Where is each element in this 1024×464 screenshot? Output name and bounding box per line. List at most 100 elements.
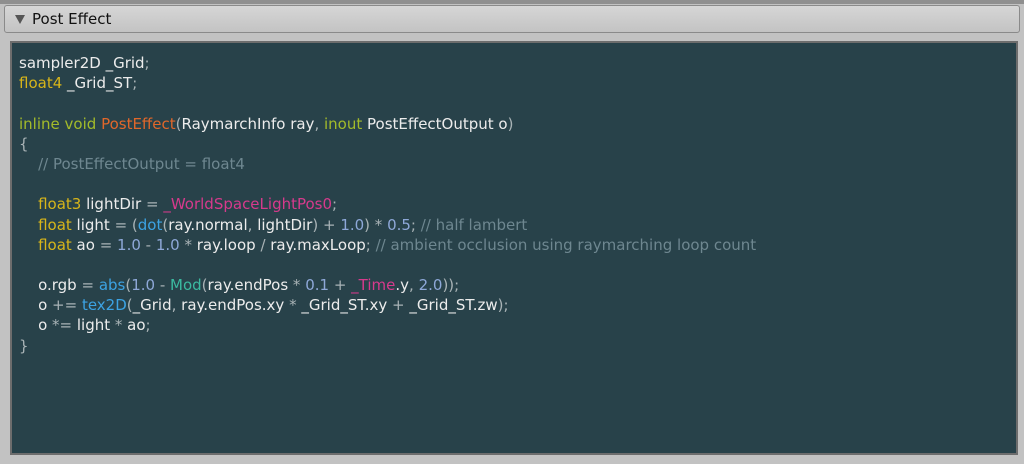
code-token: dot: [137, 215, 163, 234]
code-token: 1.0: [117, 235, 141, 254]
code-token: ));: [442, 276, 460, 295]
code-line[interactable]: }: [19, 336, 756, 356]
code-line[interactable]: float3 lightDir = _WorldSpaceLightPos0;: [19, 194, 756, 214]
code-token: ): [507, 114, 514, 133]
code-token: inout: [323, 114, 363, 133]
code-token: ray.endPos.xy: [181, 296, 285, 315]
code-token: float: [38, 235, 72, 254]
code-token: ;: [332, 195, 338, 214]
code-token: 0.1: [305, 276, 330, 295]
code-token: {: [19, 134, 29, 153]
code-token: ) *: [364, 215, 388, 234]
code-token: }: [19, 336, 29, 355]
code-line[interactable]: float light = (dot(ray.normal, lightDir)…: [19, 215, 756, 235]
code-token: ;: [132, 74, 138, 93]
code-line[interactable]: o.rgb = abs(1.0 - Mod(ray.endPos * 0.1 +…: [19, 275, 756, 295]
code-token: _Grid_ST.zw: [409, 296, 498, 315]
code-line[interactable]: o *= light * ao;: [19, 315, 756, 335]
code-token: RaymarchInfo ray: [181, 114, 315, 133]
code-token: +: [329, 276, 352, 295]
code-token: *: [110, 316, 128, 335]
code-token: PostEffect: [101, 114, 176, 133]
code-line[interactable]: inline void PostEffect(RaymarchInfo ray,…: [19, 114, 756, 134]
header-title: Post Effect: [32, 10, 112, 28]
code-token: *=: [52, 316, 77, 335]
code-token: light: [71, 215, 115, 234]
code-token: +=: [52, 296, 82, 315]
code-token: );: [497, 296, 509, 315]
code-token: 1.0: [131, 276, 156, 295]
code-token: ray.loop: [196, 235, 256, 254]
code-token: float: [38, 215, 72, 234]
code-token: 1.0: [155, 235, 180, 254]
code-token: =: [146, 195, 164, 214]
code-text[interactable]: sampler2D _Grid; float4 _Grid_ST; inline …: [19, 53, 756, 356]
code-token: ;: [365, 235, 376, 254]
code-line[interactable]: o += tex2D(_Grid, ray.endPos.xy * _Grid_…: [19, 295, 756, 315]
code-token: ) +: [312, 215, 341, 234]
code-token: lightDir: [257, 215, 313, 234]
code-token: abs: [98, 276, 126, 295]
post-effect-panel: Post Effect sampler2D _Grid; float4 _Grid…: [0, 0, 1024, 464]
code-token: -: [140, 235, 156, 254]
code-token: .y: [395, 276, 410, 295]
code-line[interactable]: // PostEffectOutput = float4: [19, 154, 756, 174]
code-line[interactable]: [19, 93, 756, 113]
code-token: ,: [171, 296, 182, 315]
post-effect-foldout-header[interactable]: Post Effect: [4, 5, 1020, 33]
code-token: lightDir: [81, 195, 146, 214]
code-token: =: [99, 235, 118, 254]
code-line[interactable]: float ao = 1.0 - 1.0 * ray.loop / ray.ma…: [19, 235, 756, 255]
code-line[interactable]: [19, 255, 756, 275]
code-token: ray.maxLoop: [270, 235, 366, 254]
code-token: ao: [127, 316, 146, 335]
code-token: 2.0: [418, 276, 443, 295]
code-token: _Grid_ST.xy: [301, 296, 388, 315]
triangle-down-icon[interactable]: [14, 13, 26, 25]
code-token: -: [155, 276, 171, 295]
code-token: ,: [247, 215, 258, 234]
top-divider: [0, 0, 1024, 4]
code-token: // PostEffectOutput = float4: [19, 154, 245, 173]
code-line[interactable]: {: [19, 134, 756, 154]
code-token: ray.endPos: [207, 276, 289, 295]
code-token: ,: [409, 276, 419, 295]
code-token: ray.normal: [168, 215, 248, 234]
code-token: o: [19, 316, 53, 335]
code-token: *: [179, 235, 197, 254]
code-token: /: [255, 235, 271, 254]
code-token: void: [64, 114, 97, 133]
code-token: ;: [145, 316, 151, 335]
code-token: _WorldSpaceLightPos0: [163, 195, 333, 214]
code-line[interactable]: float4 _Grid_ST;: [19, 73, 756, 93]
code-token: 0.5: [387, 215, 411, 234]
code-token: PostEffectOutput o: [362, 114, 508, 133]
code-token: o.rgb: [19, 276, 82, 295]
code-token: // half lambert: [420, 215, 528, 234]
code-token: // ambient occlusion using raymarching l…: [375, 235, 757, 254]
code-token: _Grid: [132, 296, 172, 315]
code-token: float4: [19, 74, 63, 93]
code-token: *: [288, 276, 306, 295]
code-token: ;: [410, 215, 421, 234]
code-token: _Grid_ST: [62, 74, 133, 93]
code-editor[interactable]: sampler2D _Grid; float4 _Grid_ST; inline …: [10, 41, 1018, 455]
code-token: tex2D: [81, 296, 127, 315]
code-line[interactable]: [19, 174, 756, 194]
code-token: +: [387, 296, 410, 315]
code-token: _Time: [351, 276, 396, 295]
code-token: =: [81, 276, 99, 295]
code-token: *: [284, 296, 302, 315]
code-token: Mod: [170, 276, 202, 295]
code-token: inline: [19, 114, 60, 133]
code-token: o: [19, 296, 53, 315]
code-line[interactable]: sampler2D _Grid;: [19, 53, 756, 73]
code-token: sampler2D _Grid: [19, 54, 145, 72]
code-token: = (: [114, 215, 138, 234]
code-token: ao: [71, 235, 100, 254]
code-token: 1.0: [340, 215, 365, 234]
code-token: light: [76, 316, 111, 335]
